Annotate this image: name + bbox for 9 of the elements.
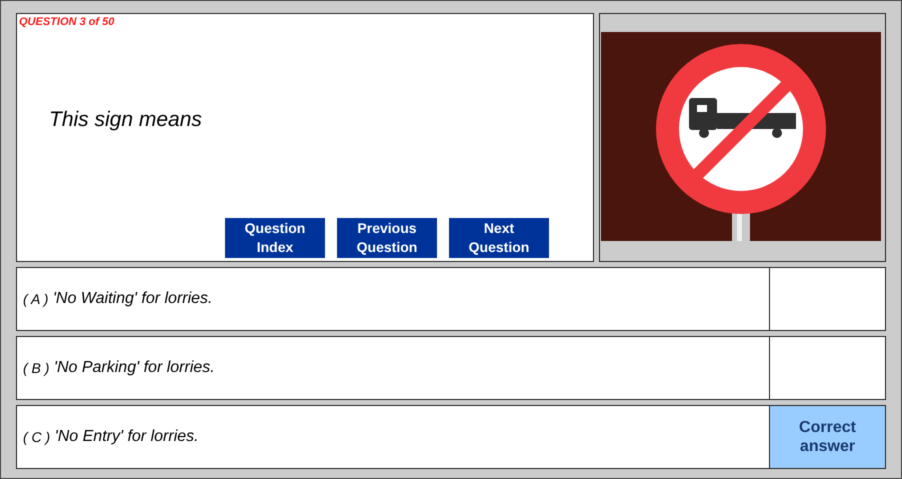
feedback-text: Correct answer [798, 418, 857, 456]
question-counter: QUESTION 3 of 50 [19, 16, 114, 28]
nav-button[interactable]: Next Question [449, 218, 549, 258]
answer-option[interactable]: ( B ) 'No Parking' for lorries. [16, 336, 769, 400]
answer-option[interactable]: ( C ) 'No Entry' for lorries. [16, 405, 769, 469]
answer-option[interactable]: ( A ) 'No Waiting' for lorries. [16, 267, 769, 331]
nav-button[interactable]: Question Index [225, 218, 325, 258]
nav-button[interactable]: Previous Question [337, 218, 437, 258]
question-text: This sign means [49, 108, 202, 132]
